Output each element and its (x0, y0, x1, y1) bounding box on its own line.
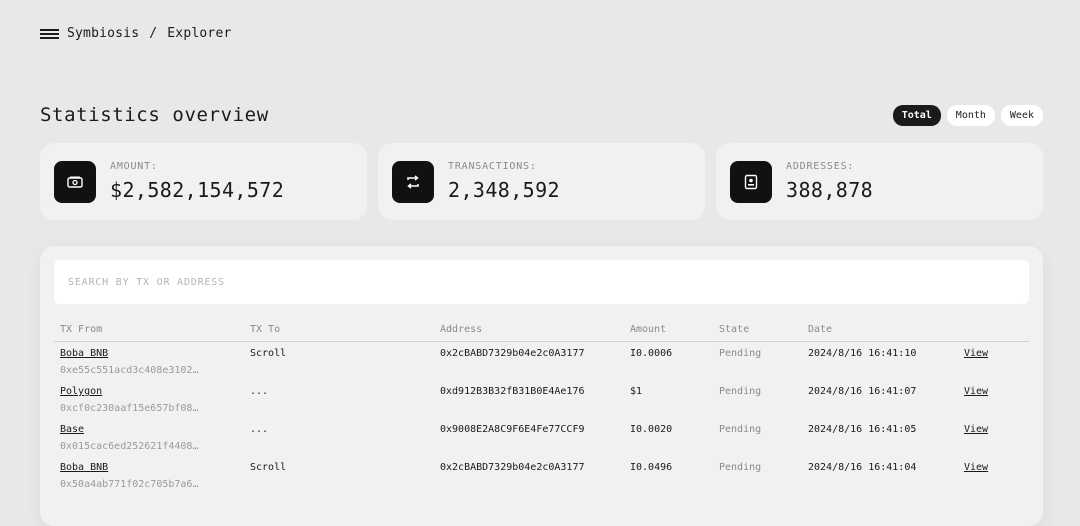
money-icon (54, 160, 96, 203)
address: 0x2cBABD7329b04e2c0A3177 (440, 462, 585, 473)
stat-card-addresses: ADDRESSES: 388,878 (716, 143, 1043, 220)
period-toggle: Total Month Week (892, 104, 1043, 126)
view-link[interactable]: View (964, 348, 988, 359)
address-book-icon (730, 160, 772, 203)
stat-label: AMOUNT: (110, 161, 158, 172)
search-input[interactable] (54, 260, 1029, 304)
breadcrumb-current: Explorer (167, 26, 232, 41)
from-hash: 0x015cac6ed252621f4408… (60, 441, 199, 452)
from-hash: 0xcf0c230aaf15e657bf08… (60, 403, 199, 414)
stat-value: 2,348,592 (448, 178, 560, 202)
amount: $1 (630, 386, 643, 397)
header-address: Address (440, 324, 483, 335)
top-bar: Symbiosis / Explorer (40, 26, 232, 41)
transactions-table: TX From TX To Address Amount State Date … (54, 324, 1029, 494)
stats-row: AMOUNT: $2,582,154,572 TRANSACTIONS: 2,3… (40, 143, 1043, 220)
address: 0xd912B3B32fB31B0E4Ae176 (440, 386, 585, 397)
to-chain: ... (250, 386, 269, 397)
header-date: Date (808, 324, 833, 335)
amount: Ι0.0496 (630, 462, 673, 473)
stat-card-amount: AMOUNT: $2,582,154,572 (40, 143, 367, 220)
state: Pending (719, 386, 762, 397)
header-tx-from: TX From (60, 324, 103, 335)
to-chain: ... (250, 424, 269, 435)
from-chain-link[interactable]: Boba BNB (60, 348, 244, 359)
title-row: Statistics overview Total Month Week (40, 104, 1043, 126)
from-chain-link[interactable]: Polygon (60, 386, 244, 397)
stat-value: $2,582,154,572 (110, 178, 285, 202)
date: 2024/8/16 16:41:10 (808, 348, 917, 359)
transactions-panel: TX From TX To Address Amount State Date … (40, 246, 1043, 526)
date: 2024/8/16 16:41:07 (808, 386, 917, 397)
state: Pending (719, 348, 762, 359)
to-chain: Scroll (250, 462, 287, 473)
stat-label: TRANSACTIONS: (448, 161, 537, 172)
view-link[interactable]: View (964, 424, 988, 435)
table-header: TX From TX To Address Amount State Date (54, 324, 1029, 342)
repeat-icon (392, 160, 434, 203)
to-chain: Scroll (250, 348, 287, 359)
view-link[interactable]: View (964, 462, 988, 473)
stat-card-transactions: TRANSACTIONS: 2,348,592 (378, 143, 705, 220)
header-amount: Amount (630, 324, 667, 335)
state: Pending (719, 462, 762, 473)
menu-icon[interactable] (40, 28, 59, 39)
from-chain-link[interactable]: Base (60, 424, 244, 435)
table-row: Boba BNB 0xe55c551acd3c408e3102… Scroll … (54, 342, 1029, 380)
header-state: State (719, 324, 750, 335)
date: 2024/8/16 16:41:04 (808, 462, 917, 473)
table-row: Boba BNB 0x50a4ab771f02c705b7a6… Scroll … (54, 456, 1029, 494)
period-month-button[interactable]: Month (946, 104, 995, 126)
table-row: Base 0x015cac6ed252621f4408… ... 0x9008E… (54, 418, 1029, 456)
state: Pending (719, 424, 762, 435)
view-link[interactable]: View (964, 386, 988, 397)
stat-value: 388,878 (786, 178, 874, 202)
period-total-button[interactable]: Total (892, 104, 941, 126)
date: 2024/8/16 16:41:05 (808, 424, 917, 435)
breadcrumb-separator: / (149, 26, 158, 41)
from-chain-link[interactable]: Boba BNB (60, 462, 244, 473)
header-tx-to: TX To (250, 324, 281, 335)
table-row: Polygon 0xcf0c230aaf15e657bf08… ... 0xd9… (54, 380, 1029, 418)
address: 0x2cBABD7329b04e2c0A3177 (440, 348, 585, 359)
from-hash: 0x50a4ab771f02c705b7a6… (60, 479, 199, 490)
period-week-button[interactable]: Week (1000, 104, 1043, 126)
stat-label: ADDRESSES: (786, 161, 855, 172)
amount: Ι0.0006 (630, 348, 673, 359)
amount: Ι0.0020 (630, 424, 673, 435)
breadcrumb-root[interactable]: Symbiosis (67, 26, 139, 41)
from-hash: 0xe55c551acd3c408e3102… (60, 365, 199, 376)
address: 0x9008E2A8C9F6E4Fe77CCF9 (440, 424, 585, 435)
page-title: Statistics overview (40, 104, 269, 126)
